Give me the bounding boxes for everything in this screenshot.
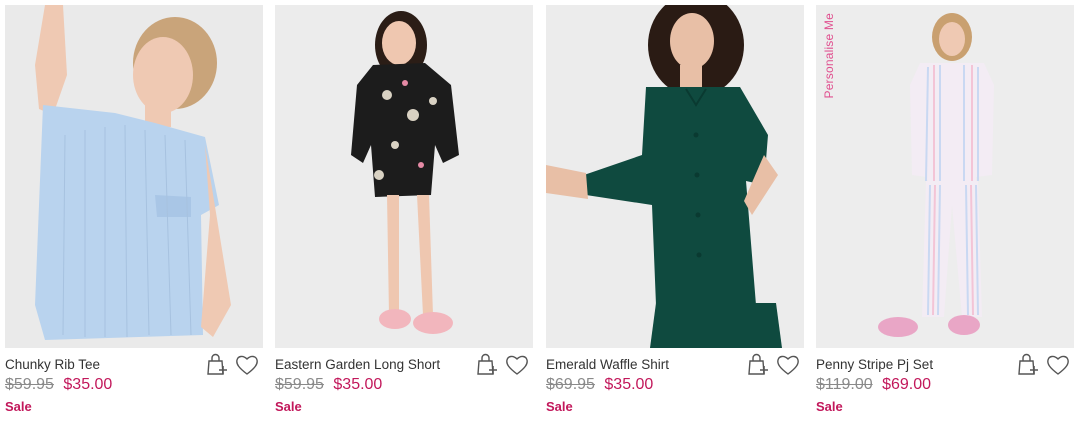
card-actions: [1016, 352, 1070, 378]
sale-price: $35.00: [333, 376, 383, 393]
product-card[interactable]: Personalise Me Penny Stripe Pj Set $119.…: [816, 5, 1074, 418]
personalise-tag[interactable]: Personalise Me: [822, 13, 836, 99]
product-title[interactable]: Chunky Rib Tee: [5, 357, 100, 372]
original-price: $59.95: [275, 376, 324, 393]
sale-price: $35.00: [63, 376, 113, 393]
original-price: $119.00: [816, 376, 873, 393]
product-card[interactable]: Eastern Garden Long Short $59.95 $35.00 …: [275, 5, 533, 418]
bag-plus-icon[interactable]: [475, 352, 499, 378]
product-grid: Chunky Rib Tee $59.95 $35.00 Sale Easter…: [0, 0, 1080, 429]
product-image[interactable]: [546, 5, 804, 348]
sale-badge: Sale: [275, 399, 302, 414]
product-image[interactable]: Personalise Me: [816, 5, 1074, 348]
product-card[interactable]: Chunky Rib Tee $59.95 $35.00 Sale: [5, 5, 263, 418]
heart-icon[interactable]: [776, 352, 800, 378]
price-row: $59.95 $35.00: [275, 376, 382, 394]
product-info: Eastern Garden Long Short $59.95 $35.00 …: [275, 348, 533, 418]
original-price: $59.95: [5, 376, 54, 393]
product-image[interactable]: [275, 5, 533, 348]
price-row: $59.95 $35.00: [5, 376, 112, 394]
sale-badge: Sale: [546, 399, 573, 414]
heart-icon[interactable]: [235, 352, 259, 378]
product-info: Penny Stripe Pj Set $119.00 $69.00 Sale: [816, 348, 1074, 418]
bag-plus-icon[interactable]: [746, 352, 770, 378]
product-info: Emerald Waffle Shirt $69.95 $35.00 Sale: [546, 348, 804, 418]
sale-price: $35.00: [604, 376, 654, 393]
heart-icon[interactable]: [1046, 352, 1070, 378]
product-card[interactable]: Emerald Waffle Shirt $69.95 $35.00 Sale: [546, 5, 804, 418]
product-info: Chunky Rib Tee $59.95 $35.00 Sale: [5, 348, 263, 418]
bag-plus-icon[interactable]: [1016, 352, 1040, 378]
bag-plus-icon[interactable]: [205, 352, 229, 378]
original-price: $69.95: [546, 376, 595, 393]
sale-price: $69.00: [882, 376, 932, 393]
price-row: $119.00 $69.00: [816, 376, 931, 394]
product-title[interactable]: Eastern Garden Long Short: [275, 357, 440, 372]
card-actions: [475, 352, 529, 378]
product-title[interactable]: Penny Stripe Pj Set: [816, 357, 933, 372]
sale-badge: Sale: [5, 399, 32, 414]
card-actions: [746, 352, 800, 378]
product-title[interactable]: Emerald Waffle Shirt: [546, 357, 669, 372]
price-row: $69.95 $35.00: [546, 376, 653, 394]
card-actions: [205, 352, 259, 378]
sale-badge: Sale: [816, 399, 843, 414]
product-image[interactable]: [5, 5, 263, 348]
heart-icon[interactable]: [505, 352, 529, 378]
